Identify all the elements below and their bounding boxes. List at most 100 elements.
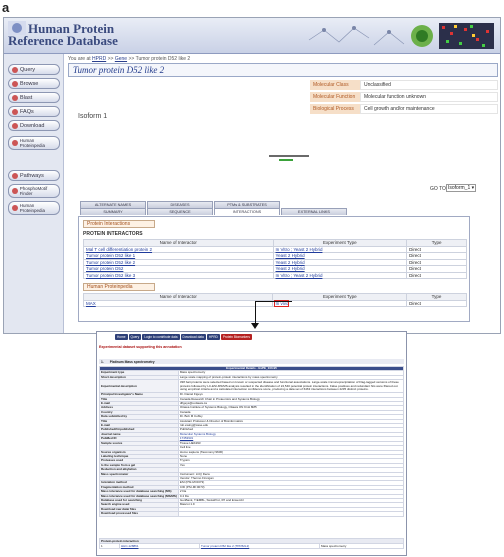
query-icon xyxy=(12,66,18,73)
dataset-note: Experimental dataset supporting this ann… xyxy=(99,345,182,349)
top-menu: Home Query Login to contribute data Down… xyxy=(115,334,252,340)
sidebar-item-label: Human Proteinpedia xyxy=(19,203,46,213)
breadcrumb-separator: >> xyxy=(128,56,135,62)
interactor-name-link[interactable]: Tumor protein D52 like 3 xyxy=(83,271,274,279)
menu-download-data[interactable]: Download data xyxy=(180,334,206,340)
browse-icon xyxy=(12,80,18,87)
detail-key: Mass tolerance used for database searchi… xyxy=(99,489,179,495)
tab-sequence[interactable]: SEQUENCE xyxy=(147,208,213,215)
menu-login-contribute[interactable]: Login to contribute data xyxy=(142,334,180,340)
property-value: Molecular function unknown xyxy=(360,92,498,102)
menu-protein-biomarkers[interactable]: Protein Biomarkers xyxy=(220,334,252,340)
protein-interactors-heading: PROTEIN INTERACTORS xyxy=(83,231,143,237)
breadcrumb-home-link[interactable]: HPRD xyxy=(92,56,106,62)
detail-key: Mass tolerance used for database searchi… xyxy=(99,493,179,500)
table-row: Experimental description 338 bait protein… xyxy=(99,379,405,394)
menu-query[interactable]: Query xyxy=(128,334,142,340)
interaction-type: Direct xyxy=(406,299,467,307)
sidebar-item-label: Download xyxy=(20,122,45,129)
isoform-sequence-bar xyxy=(269,155,309,157)
sidebar-item-label: Query xyxy=(20,66,35,73)
arrow-connector xyxy=(255,301,292,302)
isoform-domain-bar xyxy=(279,159,293,161)
sidebar-item-label: FAQs xyxy=(20,108,34,115)
faqs-icon xyxy=(12,108,18,115)
table-row: 1 HHC-128861 Tumor protein D52 like 2 (T… xyxy=(99,543,404,549)
isoform-select[interactable]: Isoform_1 ▾ xyxy=(446,184,476,192)
page-title: Tumor protein D52 like 2 xyxy=(73,65,165,75)
blast-icon xyxy=(12,94,18,101)
human-proteinpedia-heading: Human Proteinpedia xyxy=(83,283,155,291)
table-row: Mal T cell differentiation protein 2 In … xyxy=(83,245,467,253)
tab-row-1: ALTERNATE NAMES DISEASES PTMs & SUBSTRAT… xyxy=(80,201,280,208)
sidebar-item-faqs[interactable]: FAQs xyxy=(8,106,60,117)
pathways-icon xyxy=(12,172,18,179)
tab-diseases[interactable]: DISEASES xyxy=(147,201,213,208)
detail-key: Download processed files xyxy=(99,511,179,517)
sidebar-item-browse[interactable]: Browse xyxy=(8,78,60,89)
tab-external-links[interactable]: EXTERNAL LINKS xyxy=(281,208,347,215)
tab-summary[interactable]: SUMMARY xyxy=(80,208,146,215)
property-value: Cell growth and/or maintenance xyxy=(360,104,498,114)
experiment-detail-page: Home Query Login to contribute data Down… xyxy=(96,331,407,556)
tab-interactions[interactable]: INTERACTIONS xyxy=(214,208,280,215)
proteinpedia-icon xyxy=(12,205,18,211)
site-logo[interactable]: Human Protein Reference Database xyxy=(6,20,136,52)
interactor-id-link[interactable]: HHC-128861 xyxy=(119,543,200,549)
interactor-name-link[interactable]: Tumor protein D52 like 2 (TPD52L2) xyxy=(199,543,320,549)
interactor-name-link[interactable]: MAX xyxy=(82,299,274,307)
experiment-index: 1. xyxy=(101,359,104,364)
experiment-title: Platinum Mass spectrometry xyxy=(109,359,155,364)
property-row: Biological Process Cell growth and/or ma… xyxy=(310,104,498,114)
page-title-box: Tumor protein D52 like 2 xyxy=(68,63,498,77)
arrow-connector-vertical xyxy=(255,301,256,325)
sidebar-item-label: PhosphoMotif Finder xyxy=(19,186,48,196)
sidebar-item-blast[interactable]: Blast xyxy=(8,92,60,103)
proteinpedia-icon xyxy=(12,140,18,146)
sidebar-item-human-proteinpedia-2[interactable]: Human Proteinpedia xyxy=(8,201,60,215)
sidebar-item-pathways[interactable]: Pathways xyxy=(8,170,60,181)
breadcrumb-current: Tumor protein D52 like 2 xyxy=(135,56,191,62)
protein-interactions-heading: Protein Interactions xyxy=(83,220,155,228)
breadcrumb: You are at HPRD >> Gene >> Tumor protein… xyxy=(68,56,190,62)
sidebar-item-phosphomotif[interactable]: PhosphoMotif Finder xyxy=(8,184,60,198)
experiment-type-link[interactable]: In Vitro ; Yeast 2 Hybrid xyxy=(272,271,408,279)
tab-ptms-substrates[interactable]: PTMs & SUBSTRATES xyxy=(214,201,280,208)
sidebar-item-label: Browse xyxy=(20,80,39,87)
sidebar-item-label: Human Proteinpedia xyxy=(19,138,46,148)
detail-value xyxy=(177,511,405,517)
table-row: Download processed files xyxy=(99,511,405,517)
protein-properties: Molecular Class Unclassified Molecular F… xyxy=(310,80,498,116)
experiment-type-cell: In vivo xyxy=(272,299,408,307)
menu-home[interactable]: Home xyxy=(115,334,128,340)
sidebar-item-query[interactable]: Query xyxy=(8,64,60,75)
property-key: Molecular Function xyxy=(310,92,360,102)
interaction-type: Direct xyxy=(406,271,467,279)
interaction-method: Mass spectrometry xyxy=(319,543,404,549)
table-row: Tumor protein D52 like 3 In Vitro ; Yeas… xyxy=(83,271,467,279)
detail-key: Experimental description xyxy=(99,379,179,394)
property-value: Unclassified xyxy=(360,80,498,90)
sidebar-item-label: Pathways xyxy=(20,172,44,179)
arrow-head-icon xyxy=(251,323,259,329)
property-row: Molecular Class Unclassified xyxy=(310,80,498,90)
experiment-heading: 1. Platinum Mass spectrometry xyxy=(99,359,404,364)
experiment-details-table: Experimental Details - ExPE_100.95 Exper… xyxy=(99,365,405,517)
download-icon xyxy=(12,122,18,129)
sidebar-item-download[interactable]: Download xyxy=(8,120,60,131)
property-key: Biological Process xyxy=(310,104,360,114)
menu-hprd[interactable]: HPRD xyxy=(206,334,220,340)
protein-interaction-table: Protein-protein interaction 1 HHC-128861… xyxy=(99,538,404,549)
phosphomotif-icon xyxy=(12,188,18,194)
detail-value: 338 bait proteins were selected based on… xyxy=(177,379,405,394)
breadcrumb-gene-link[interactable]: Gene xyxy=(115,56,127,62)
sidebar-item-human-proteinpedia[interactable]: Human Proteinpedia xyxy=(8,136,60,150)
property-row: Molecular Function Molecular function un… xyxy=(310,92,498,102)
site-header: Human Protein Reference Database xyxy=(4,18,500,54)
hprd-protein-page: Human Protein Reference Database Query B… xyxy=(3,17,501,334)
tab-row-2: SUMMARY SEQUENCE INTERACTIONS EXTERNAL L… xyxy=(80,208,347,215)
isoform-heading: Isoform 1 xyxy=(78,113,108,120)
interactors-table: Name of Interactor Experiment Type Type … xyxy=(83,239,467,279)
row-index: 1 xyxy=(99,543,120,549)
tab-alternate-names[interactable]: ALTERNATE NAMES xyxy=(80,201,146,208)
